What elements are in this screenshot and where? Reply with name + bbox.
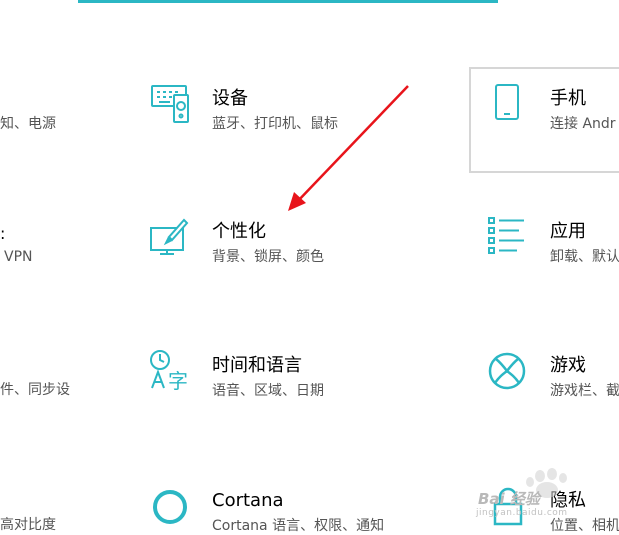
cortana-circle-icon [150,487,190,527]
tile-title: 游戏 [550,355,586,376]
left-tile-fragment-desc: 高对比度 [0,517,56,533]
tile-description: 背景、锁屏、颜色 [212,249,324,265]
paint-screen-icon [148,218,190,258]
tile-description: 语音、区域、日期 [212,383,324,399]
phone-icon [494,83,522,123]
tile-description: Cortana 语言、权限、通知 [212,518,385,534]
tile-description: 连接 Andr [550,116,616,132]
svg-text:字: 字 [168,369,188,392]
xbox-icon [487,351,527,391]
tile-description: 蓝牙、打印机、鼠标 [212,116,338,132]
search-box-bottom-border [78,0,498,3]
left-tile-fragment-title: : [0,224,6,243]
tile-title: 应用 [550,221,586,242]
watermark-text: Bai 经验 [478,490,540,508]
left-tile-fragment-desc: VPN [4,249,33,265]
tile-title: 个性化 [212,221,266,242]
tile-description: 卸载、默认 [550,249,619,265]
keyboard-speaker-icon [150,83,192,125]
tile-title: 设备 [212,88,248,109]
time-language-icon: 字 [148,348,192,392]
tile-title: 手机 [550,88,586,109]
tile-title: 时间和语言 [212,355,302,376]
list-icon [487,216,527,256]
left-tile-fragment-desc: 件、同步设 [0,382,70,398]
watermark-url: jingyan.baidu.com [476,508,568,518]
left-tile-fragment-desc: 知、电源 [0,116,56,132]
tile-description: 游戏栏、截 [550,383,619,399]
tile-title: Cortana [212,490,284,511]
